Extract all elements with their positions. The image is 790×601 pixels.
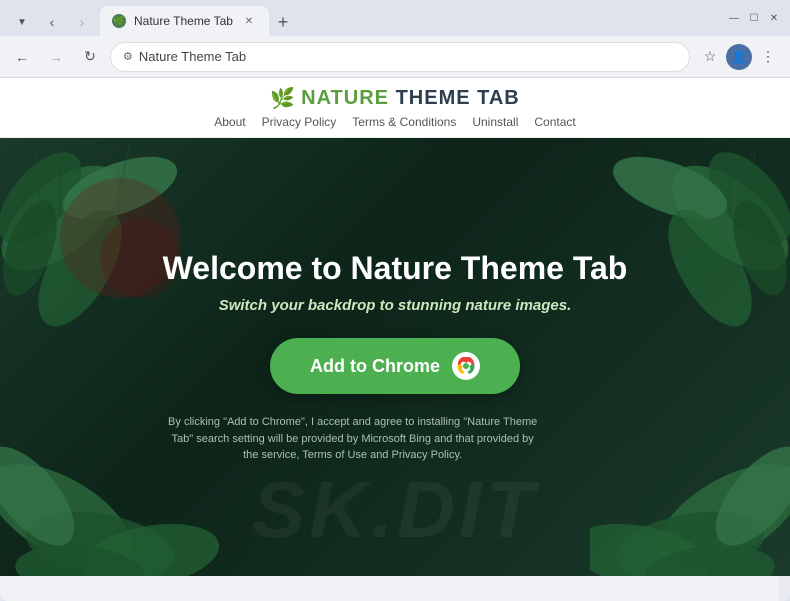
disclaimer-text: By clicking "Add to Chrome", I accept an… [163,414,543,464]
tab-close-btn[interactable]: ✕ [241,13,257,29]
nav-bar: ← → ↻ ⚙ Nature Theme Tab ☆ 👤 ⋮ [0,36,790,78]
address-bar[interactable]: ⚙ Nature Theme Tab [110,42,690,72]
page-content: 🌿 NATURE THEME TAB About Privacy Policy … [0,78,790,601]
nav-privacy[interactable]: Privacy Policy [262,115,337,129]
profile-btn[interactable]: 👤 [726,44,752,70]
address-text: Nature Theme Tab [139,49,677,64]
close-btn[interactable]: ✕ [766,10,782,26]
active-tab[interactable]: 🌿 Nature Theme Tab ✕ [100,6,269,36]
hero-title: Welcome to Nature Theme Tab [163,250,628,287]
bookmark-btn[interactable]: ☆ [696,43,724,71]
tab-bar: ▼ ‹ › 🌿 Nature Theme Tab ✕ + [8,0,722,36]
refresh-btn[interactable]: ↻ [76,43,104,71]
site-header: 🌿 NATURE THEME TAB About Privacy Policy … [0,78,790,138]
forward-btn[interactable]: → [42,43,70,71]
site-logo: 🌿 NATURE THEME TAB [270,86,520,111]
hero-subtitle: Switch your backdrop to stunning nature … [163,297,628,314]
tab-title: Nature Theme Tab [134,14,233,28]
site-nav: About Privacy Policy Terms & Conditions … [214,115,575,129]
hero-content: Welcome to Nature Theme Tab Switch your … [163,250,628,464]
back-btn[interactable]: ← [8,43,36,71]
minimize-btn[interactable]: — [726,10,742,26]
tab-back-btn[interactable]: ‹ [38,8,66,36]
add-chrome-label: Add to Chrome [310,356,440,377]
maximize-btn[interactable]: ☐ [746,10,762,26]
nav-uninstall[interactable]: Uninstall [472,115,518,129]
nav-contact[interactable]: Contact [534,115,575,129]
nav-about[interactable]: About [214,115,245,129]
new-tab-btn[interactable]: + [269,8,297,36]
tab-forward-btn[interactable]: › [68,8,96,36]
window-controls: — ☐ ✕ [726,10,782,26]
nav-actions: ☆ 👤 ⋮ [696,43,782,71]
nav-terms[interactable]: Terms & Conditions [352,115,456,129]
browser-frame: ▼ ‹ › 🌿 Nature Theme Tab ✕ + — ☐ ✕ ← → ↻… [0,0,790,601]
tab-dropdown-btn[interactable]: ▼ [8,8,36,36]
title-bar: ▼ ‹ › 🌿 Nature Theme Tab ✕ + — ☐ ✕ [0,0,790,36]
logo-nature: NATURE THEME TAB [301,87,520,110]
address-icon: ⚙ [123,50,133,63]
logo-leaf-icon: 🌿 [270,86,295,111]
chrome-icon [452,352,480,380]
add-to-chrome-button[interactable]: Add to Chrome [270,338,520,394]
tab-favicon: 🌿 [112,14,126,28]
watermark: SK.DIT [252,464,538,556]
menu-btn[interactable]: ⋮ [754,43,782,71]
hero-section: SK.DIT Welcome to Nature Theme Tab Switc… [0,138,790,576]
